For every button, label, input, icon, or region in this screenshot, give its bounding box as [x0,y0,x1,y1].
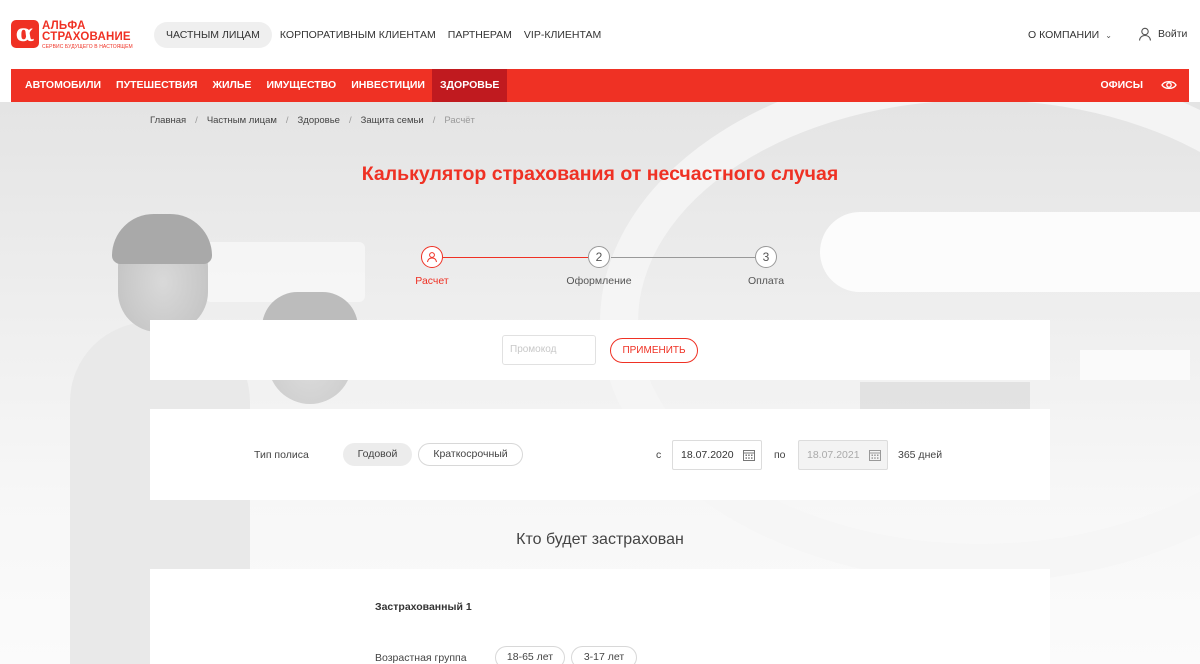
date-from-label: с [656,449,662,461]
calendar-icon [869,450,881,461]
segment-partners[interactable]: ПАРТНЕРАМ [442,22,518,48]
eye-icon[interactable] [1161,79,1177,91]
breadcrumb: Главная / Частным лицам / Здоровье / Защ… [150,115,475,126]
user-icon [1138,27,1152,41]
date-to-field: 18.07.2021 [798,440,888,470]
person-figure [112,214,212,264]
step-calc-circle [421,246,443,268]
promo-card: Промокод ПРИМЕНИТЬ [150,320,1050,380]
policy-card: Тип полиса Годовой Краткосрочный с 18.07… [150,409,1050,500]
date-from-field[interactable]: 18.07.2020 [672,440,762,470]
policy-short-term-option[interactable]: Краткосрочный [418,443,523,466]
step-label-registration: Оформление [566,275,632,287]
nav-item-health[interactable]: ЗДОРОВЬЕ [432,69,507,102]
breadcrumb-separator: / [348,115,352,126]
breadcrumb-separator: / [432,115,436,126]
apply-promo-button[interactable]: ПРИМЕНИТЬ [610,338,698,363]
policy-annual-option[interactable]: Годовой [343,443,412,466]
about-company-dropdown[interactable]: О КОМПАНИИ ⌄ [1028,29,1112,41]
insured-section-title: Кто будет застрахован [516,531,684,548]
breadcrumb-separator: / [285,115,289,126]
segment-private[interactable]: ЧАСТНЫМ ЛИЦАМ [154,22,272,48]
alfa-logo[interactable]: α АЛЬФА СТРАХОВАНИЕ СЕРВИС БУДУЩЕГО В НА… [11,19,136,53]
scene-decoration [820,212,1200,292]
insured-card: Застрахованный 1 Возрастная группа 18-65… [150,569,1050,664]
nav-item-property[interactable]: ИМУЩЕСТВО [259,69,344,102]
breadcrumb-separator: / [195,115,198,126]
promo-code-input[interactable]: Промокод [502,335,596,365]
nav-item-housing[interactable]: ЖИЛЬЕ [205,69,259,102]
policy-type-label: Тип полиса [254,449,309,461]
scene-decoration [1080,350,1190,380]
calculator-user-icon [427,252,437,263]
step-number: 3 [755,246,777,268]
segment-corporate[interactable]: КОРПОРАТИВНЫМ КЛИЕНТАМ [274,22,442,48]
age-group-label: Возрастная группа [375,652,467,664]
step-label-calc: Расчет [415,275,449,287]
step-label-payment: Оплата [747,275,785,287]
breadcrumb-item-family[interactable]: Защита семьи [361,115,424,126]
audience-nav: ЧАСТНЫМ ЛИЦАМ КОРПОРАТИВНЫМ КЛИЕНТАМ ПАР… [154,22,607,48]
product-nav: АВТОМОБИЛИ ПУТЕШЕСТВИЯ ЖИЛЬЕ ИМУЩЕСТВО И… [11,69,1189,102]
date-from-value: 18.07.2020 [681,449,734,461]
nav-item-auto[interactable]: АВТОМОБИЛИ [11,69,109,102]
date-to-label: по [774,449,786,461]
login-label: Войти [1158,28,1188,40]
offices-link[interactable]: ОФИСЫ [1100,69,1143,102]
nav-item-investments[interactable]: ИНВЕСТИЦИИ [344,69,433,102]
page-title: Калькулятор страхования от несчастного с… [361,163,839,185]
age-group-child-option[interactable]: 3-17 лет [571,646,637,664]
step-connector [443,257,588,258]
policy-duration: 365 дней [898,449,943,461]
age-group-adult-option[interactable]: 18-65 лет [495,646,565,664]
nav-item-travel[interactable]: ПУТЕШЕСТВИЯ [109,69,205,102]
breadcrumb-item-home[interactable]: Главная [150,115,186,126]
logo-text: СТРАХОВАНИЕ [42,31,131,43]
insured-person-title: Застрахованный 1 [375,601,472,613]
login-link[interactable]: Войти [1138,27,1187,41]
breadcrumb-item-private[interactable]: Частным лицам [207,115,277,126]
logo-mark-icon: α [11,20,39,48]
breadcrumb-item-health[interactable]: Здоровье [298,115,340,126]
breadcrumb-item-current: Расчёт [444,115,475,126]
about-company-label: О КОМПАНИИ [1028,29,1100,41]
scene-decoration [860,382,1030,412]
step-connector [611,257,755,258]
date-to-value: 18.07.2021 [807,449,860,461]
step-number: 2 [588,246,610,268]
chevron-down-icon: ⌄ [1105,31,1112,40]
progress-stepper: 2 3 Расчет Оформление Оплата [400,246,800,292]
calendar-icon[interactable] [743,449,755,461]
logo-tagline: СЕРВИС БУДУЩЕГО В НАСТОЯЩЕМ [42,44,133,50]
top-header: α АЛЬФА СТРАХОВАНИЕ СЕРВИС БУДУЩЕГО В НА… [0,0,1200,70]
segment-vip[interactable]: VIP-КЛИЕНТАМ [518,22,607,48]
